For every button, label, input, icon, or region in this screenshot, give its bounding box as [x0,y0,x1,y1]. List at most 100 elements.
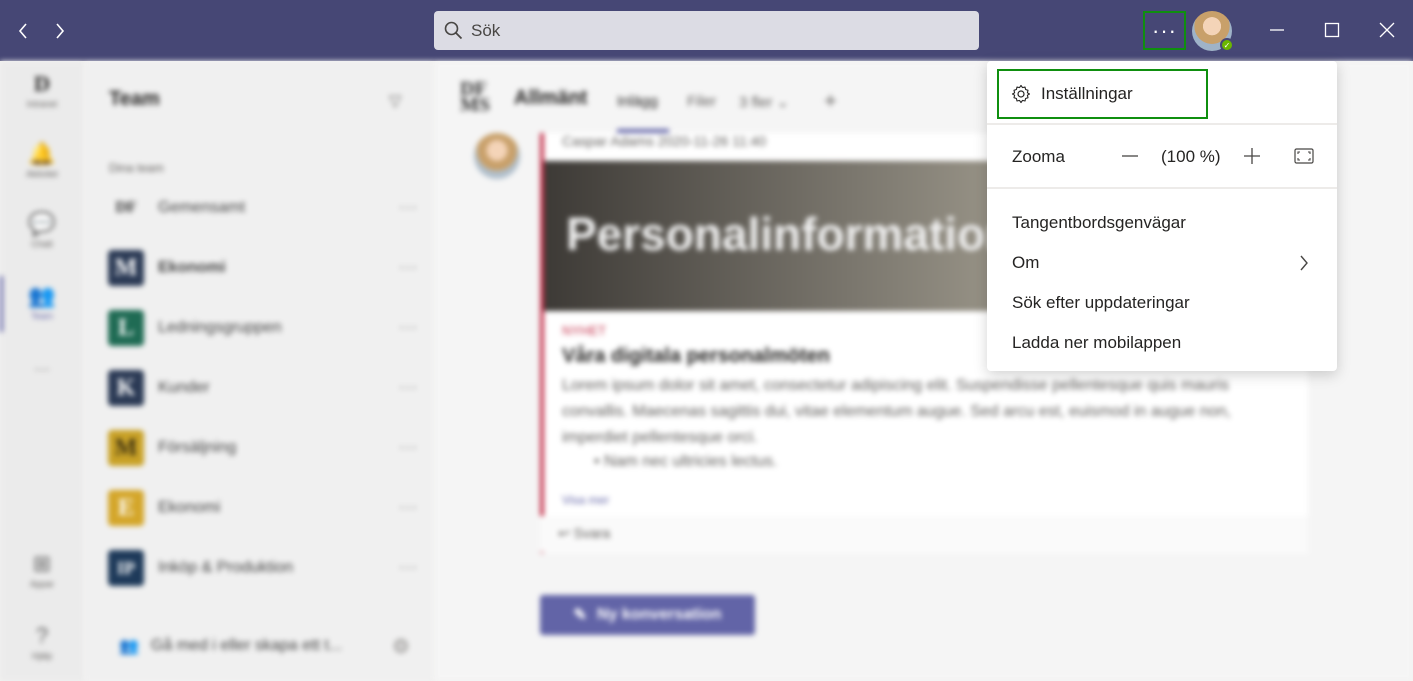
rail-item-help[interactable]: ? Hjälp [0,623,84,661]
new-conversation-button[interactable]: ✎ Ny konversation [540,595,755,635]
team-name: Försäljning [158,439,237,456]
rail-label: Intranet [26,99,58,109]
chat-icon: 💬 [28,211,56,236]
filter-icon[interactable]: ▽ [389,91,401,111]
back-button[interactable] [11,18,35,44]
gear-icon [1011,84,1031,104]
post-meta: Caspar Adams 2020-11-26 11:40 [562,133,767,149]
team-item[interactable]: E Ekonomi ··· [108,489,418,527]
section-label: Dina team [109,161,164,175]
search-input[interactable] [471,20,951,41]
teams-icon: 👥 [28,283,56,308]
team-more-icon[interactable]: ··· [399,499,418,517]
close-icon [1379,22,1395,38]
team-item[interactable]: DF Gemensamt ··· [108,189,418,227]
menu-item-check-updates[interactable]: Sök efter uppdateringar [987,285,1337,321]
team-more-icon[interactable]: ··· [399,379,418,397]
join-or-create-team[interactable]: 👥 Gå med i eller skapa ett t... [119,636,342,656]
minus-icon [1122,155,1138,157]
join-team-icon: 👥 [119,638,139,655]
fit-screen-icon [1294,148,1314,164]
post-body: Lorem ipsum dolor sit amet, consectetur … [562,377,1231,446]
team-more-icon[interactable]: ··· [399,319,418,337]
panel-title: Team [109,88,160,110]
rail-item-teams[interactable]: 👥 Team [0,283,84,321]
team-item[interactable]: L Ledningsgruppen ··· [108,309,418,347]
profile-avatar[interactable]: ✓ [1192,11,1234,52]
close-button[interactable] [1372,15,1402,45]
app-rail: D Intranet 🔔 Aktivitet 💬 Chatt 👥 Team ··… [0,61,84,681]
post-image-title: Personalinformation [566,208,1014,260]
author-avatar[interactable] [474,133,520,179]
menu-divider [987,123,1337,125]
title-bar: ··· ✓ [0,0,1413,61]
team-more-icon[interactable]: ··· [399,199,418,217]
tab-posts[interactable]: Inlägg [617,93,658,110]
team-item[interactable]: M Försäljning ··· [108,429,418,467]
zoom-reset-button[interactable] [1291,143,1317,169]
team-logo: K [108,370,144,406]
team-item[interactable]: M Ekonomi ··· [108,249,418,287]
search-icon [444,21,463,40]
intranet-logo-icon: D [34,71,50,96]
team-logo: M [108,430,144,466]
team-logo: IP [108,550,144,586]
rail-item-activity[interactable]: 🔔 Aktivitet [0,141,84,179]
post-see-more-link[interactable]: Visa mer [562,493,609,507]
help-icon: ? [35,623,49,648]
menu-item-label: Sök efter uppdateringar [1012,293,1190,312]
team-name: Ledningsgruppen [158,319,282,336]
team-more-icon[interactable]: ··· [399,439,418,457]
team-logo: E [108,490,144,526]
post-heading: Våra digitala personalmöten [562,345,830,367]
settings-label: Inställningar [1041,84,1133,103]
more-apps-icon: ··· [34,361,50,378]
team-more-icon[interactable]: ··· [399,259,418,277]
menu-item-label: Ladda ner mobilappen [1012,333,1182,352]
menu-item-download-mobile-app[interactable]: Ladda ner mobilappen [987,325,1337,361]
chevron-left-icon [18,23,27,39]
team-logo: L [108,310,144,346]
team-name: Gemensamt [158,199,246,216]
forward-button[interactable] [48,18,72,44]
menu-divider [987,187,1337,189]
rail-label: Appar [29,579,55,589]
rail-label: Team [30,311,53,321]
new-conversation-label: Ny konversation [596,606,722,623]
rail-label: Chatt [31,239,53,249]
rail-label: Aktivitet [26,169,58,179]
channel-name: Allmänt [514,87,588,109]
minimize-icon [1270,29,1284,31]
more-options-button[interactable]: ··· [1143,11,1186,50]
menu-item-label: Om [1012,253,1040,272]
team-item[interactable]: IP Inköp & Produktion ··· [108,549,418,587]
zoom-in-button[interactable] [1239,143,1265,169]
presence-available-icon: ✓ [1220,38,1234,52]
teams-panel: Team ▽ Dina team DF Gemensamt ··· M Ekon… [84,61,434,681]
zoom-out-button[interactable] [1117,143,1143,169]
team-name: Kunder [158,379,210,396]
team-name: Ekonomi [158,499,221,516]
tab-more[interactable]: 3 fler ⌄ [739,93,789,111]
reply-button[interactable]: ↩ Svara [540,516,1308,552]
add-tab-button[interactable]: + [824,88,837,114]
menu-item-label: Tangentbordsgenvägar [1012,213,1186,232]
rail-item-intranet[interactable]: D Intranet [0,71,84,109]
search-box[interactable] [434,11,979,50]
menu-item-settings[interactable]: Inställningar [997,69,1208,119]
rail-item-apps[interactable]: ⊞ Appar [0,551,84,589]
minimize-button[interactable] [1262,15,1292,45]
team-more-icon[interactable]: ··· [399,559,418,577]
maximize-button[interactable] [1317,15,1347,45]
rail-label: Hjälp [31,651,53,661]
manage-teams-gear-icon[interactable]: ⚙ [392,634,410,659]
menu-item-about[interactable]: Om [987,245,1337,281]
zoom-value: (100 %) [1161,147,1221,166]
rail-item-more[interactable]: ··· [0,361,84,379]
channel-logo: DF MS [460,78,490,116]
team-item[interactable]: K Kunder ··· [108,369,418,407]
menu-item-keyboard-shortcuts[interactable]: Tangentbordsgenvägar [987,205,1337,241]
team-name: Inköp & Produktion [158,559,294,576]
rail-item-chat[interactable]: 💬 Chatt [0,211,84,249]
tab-files[interactable]: Filer [687,93,716,110]
